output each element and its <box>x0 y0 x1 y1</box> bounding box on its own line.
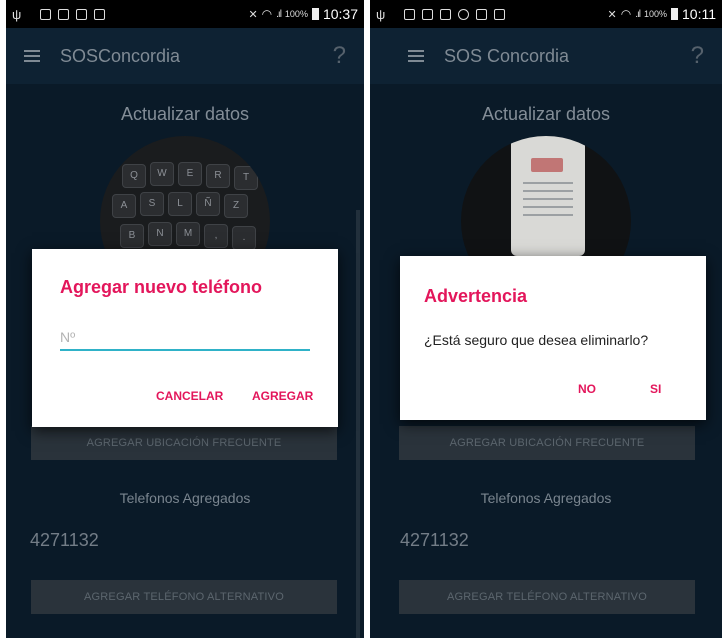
mute-icon: ✕ <box>248 8 258 21</box>
phone-screen-delete-warning: ψ ✕ ◠ .ıl 100% 10:11 SOS Concordia ? Act… <box>370 0 722 638</box>
phone-screen-add-phone: ψ ✕ ◠ .ıl 100% 10:37 SOSConcordia ? Actu… <box>6 0 364 638</box>
added-phones-label: Telefonos Agregados <box>119 490 251 506</box>
warning-dialog: Advertencia ¿Está seguro que desea elimi… <box>400 256 706 420</box>
status-bar: ψ ✕ ◠ .ıl 100% 10:37 <box>6 0 364 28</box>
dialog-title: Advertencia <box>424 286 528 306</box>
no-button[interactable]: NO <box>578 382 596 396</box>
mute-icon: ✕ <box>607 8 617 21</box>
notification-icon <box>58 8 70 20</box>
voicemail-icon <box>94 8 106 20</box>
whatsapp-icon <box>458 8 470 20</box>
menu-icon[interactable] <box>24 50 40 62</box>
dialog-title: Agregar nuevo teléfono <box>60 277 263 297</box>
add-alternative-phone-button[interactable]: AGREGAR TELÉFONO ALTERNATIVO <box>31 580 337 614</box>
app-bar: SOS Concordia ? <box>370 28 722 84</box>
cancel-button[interactable]: CANCELAR <box>156 389 223 403</box>
battery-icon <box>311 8 319 20</box>
notification-icon <box>40 8 52 20</box>
phone-list-item[interactable]: 4271132 <box>30 530 99 551</box>
clock: 10:37 <box>322 6 358 22</box>
usb-icon: ψ <box>376 6 386 22</box>
page-title: Actualizar datos <box>120 104 250 124</box>
add-button[interactable]: AGREGAR <box>252 389 313 403</box>
help-icon[interactable]: ? <box>333 42 346 70</box>
battery-icon <box>671 8 678 20</box>
add-phone-dialog: Agregar nuevo teléfono CANCELAR AGREGAR <box>32 249 338 427</box>
signal-icon: .ıl <box>276 8 282 20</box>
usb-icon: ψ <box>12 6 22 22</box>
image-icon <box>440 8 452 20</box>
yes-button[interactable]: SI <box>650 382 661 396</box>
notification-icon <box>404 8 416 20</box>
phone-list-item[interactable]: 4271132 <box>400 530 469 551</box>
add-frequent-location-button[interactable]: AGREGAR UBICACIÓN FRECUENTE <box>31 426 337 460</box>
phone-number-input[interactable] <box>60 325 310 351</box>
signal-icon: .ıl <box>635 8 641 20</box>
clock: 10:11 <box>682 6 716 22</box>
app-title: SOS Concordia <box>444 45 570 66</box>
help-icon[interactable]: ? <box>691 42 704 70</box>
status-bar: ψ ✕ ◠ .ıl 100% 10:11 <box>370 0 722 28</box>
battery-percent: 100% <box>284 9 308 19</box>
wifi-icon: ◠ <box>620 7 632 21</box>
scrollbar[interactable] <box>356 210 360 638</box>
notification-icon <box>422 8 434 20</box>
add-alternative-phone-button[interactable]: AGREGAR TELÉFONO ALTERNATIVO <box>399 580 695 614</box>
added-phones-label: Telefonos Agregados <box>480 490 612 506</box>
page-title: Actualizar datos <box>481 104 611 124</box>
add-frequent-location-button[interactable]: AGREGAR UBICACIÓN FRECUENTE <box>399 426 695 460</box>
battery-percent: 100% <box>643 9 667 19</box>
image-icon <box>76 8 88 20</box>
menu-icon[interactable] <box>408 50 424 62</box>
app-title: SOSConcordia <box>60 45 181 66</box>
voicemail-icon <box>476 8 488 20</box>
wifi-icon: ◠ <box>261 7 273 21</box>
camera-icon <box>494 8 506 20</box>
app-bar: SOSConcordia ? <box>6 28 364 84</box>
dialog-message: ¿Está seguro que desea eliminarlo? <box>424 332 649 348</box>
